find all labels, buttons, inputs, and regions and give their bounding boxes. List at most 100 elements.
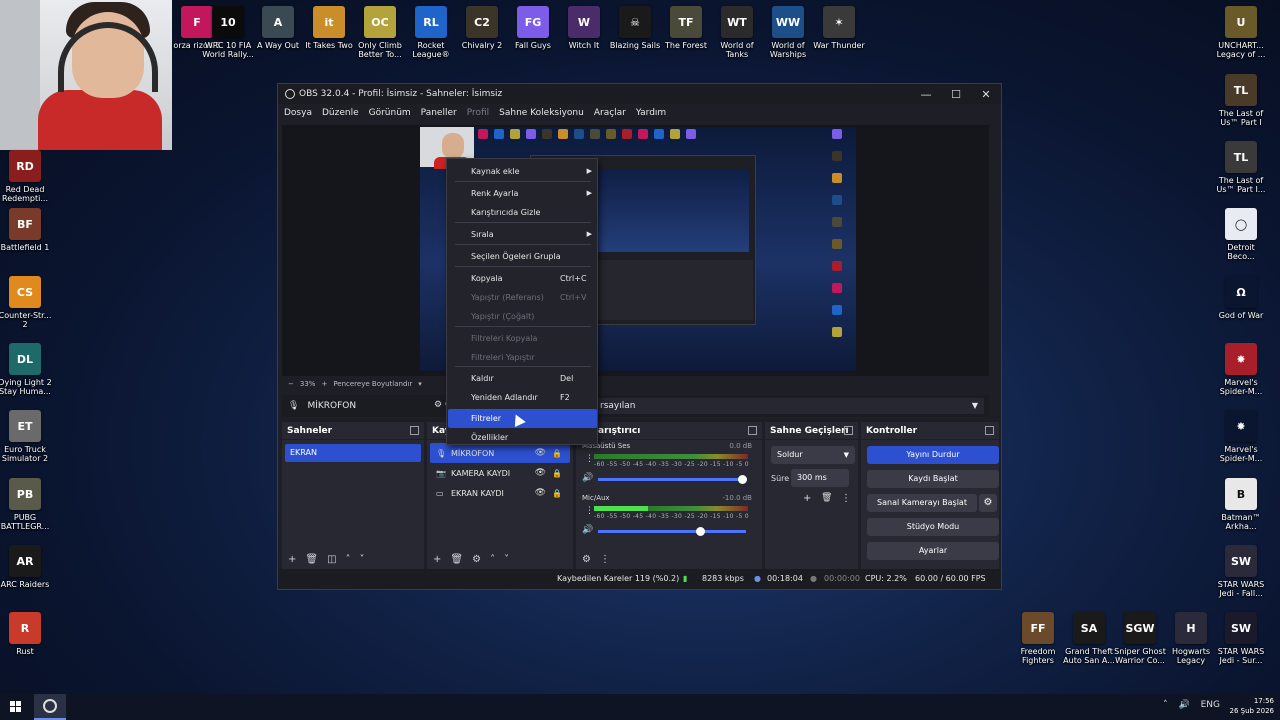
desktop-icon[interactable]: RD Red Dead Redempti... bbox=[0, 150, 52, 203]
context-menu-item[interactable]: Seçilen Ögeleri Grupla bbox=[448, 247, 597, 266]
context-menu-item[interactable]: Özellikler bbox=[448, 428, 597, 447]
mixer-settings-button[interactable]: ⚙ bbox=[582, 554, 591, 565]
tray-expand-icon[interactable]: ˄ bbox=[1163, 700, 1168, 710]
desktop-icon[interactable]: Ω God of War bbox=[1214, 276, 1268, 320]
desktop-icon[interactable]: WW World of Warships bbox=[761, 6, 815, 59]
desktop-icon[interactable]: it It Takes Two bbox=[302, 6, 356, 50]
transition-menu-button[interactable]: ⋮ bbox=[841, 493, 851, 504]
language-indicator[interactable]: ENG bbox=[1201, 700, 1220, 710]
device-select[interactable]: rsayılan ▼ bbox=[594, 398, 984, 414]
volume-icon[interactable]: 🔊 bbox=[1179, 700, 1190, 710]
menu-yardim[interactable]: Yardım bbox=[636, 108, 666, 118]
desktop-icon[interactable]: C2 Chivalry 2 bbox=[455, 6, 509, 50]
clock[interactable]: 17:56 26 Şub 2026 bbox=[1230, 696, 1275, 716]
desktop-icon[interactable]: BF Battlefield 1 bbox=[0, 208, 52, 252]
desktop-icon[interactable]: ✸ Marvel's Spider-M... bbox=[1214, 343, 1268, 396]
desktop-icon[interactable]: WT World of Tanks bbox=[710, 6, 764, 59]
add-scene-button[interactable]: + bbox=[288, 554, 296, 565]
desktop-icon[interactable]: ✸ Marvel's Spider-M... bbox=[1214, 410, 1268, 463]
desktop-icon[interactable]: DL Dying Light 2 Stay Huma... bbox=[0, 343, 52, 396]
lock-icon[interactable]: 🔒 bbox=[552, 469, 562, 478]
source-row-kamera[interactable]: 📷 KAMERA KAYDI 👁 🔒 bbox=[430, 463, 570, 483]
zoom-in-button[interactable]: + bbox=[321, 380, 327, 388]
move-down-button[interactable]: ˅ bbox=[504, 554, 509, 565]
remove-transition-button[interactable]: 🗑 bbox=[821, 493, 832, 503]
desktop-icon[interactable]: A A Way Out bbox=[251, 6, 305, 50]
lock-icon[interactable]: 🔒 bbox=[552, 449, 562, 458]
desktop-icon[interactable]: W Witch It bbox=[557, 6, 611, 50]
desktop-icon[interactable]: TL The Last of Us™ Part I bbox=[1214, 74, 1268, 127]
gear-icon[interactable]: ⚙ bbox=[979, 494, 997, 512]
desktop-icon[interactable]: ◯ Detroit Beco... bbox=[1214, 208, 1268, 261]
maximize-button[interactable]: ☐ bbox=[941, 84, 971, 104]
undock-icon[interactable] bbox=[985, 426, 994, 435]
desktop-icon[interactable]: CS Counter-Str... 2 bbox=[0, 276, 52, 329]
stop-streaming-button[interactable]: Yayını Durdur bbox=[867, 446, 999, 464]
source-properties-button[interactable]: ⚙ bbox=[472, 554, 481, 565]
slider-handle[interactable] bbox=[738, 475, 747, 484]
undock-icon[interactable] bbox=[844, 426, 853, 435]
move-down-button[interactable]: ˅ bbox=[360, 554, 365, 565]
desktop-icon[interactable]: FF Freedom Fighters bbox=[1011, 612, 1065, 665]
taskbar-obs-icon[interactable] bbox=[34, 694, 66, 720]
minimize-button[interactable]: — bbox=[911, 84, 941, 104]
context-menu-item[interactable]: Kopyala Ctrl+C bbox=[448, 269, 597, 288]
zoom-out-button[interactable]: − bbox=[288, 380, 294, 388]
desktop-icon[interactable]: SW STAR WARS Jedi - Fall... bbox=[1214, 545, 1268, 598]
volume-icon[interactable]: 🔊 bbox=[582, 473, 593, 483]
undock-icon[interactable] bbox=[410, 426, 419, 435]
desktop-icon[interactable]: ☠ Blazing Sails bbox=[608, 6, 662, 50]
obs-title-bar[interactable]: OBS 32.0.4 - Profil: İsimsiz - Sahneler:… bbox=[278, 84, 1001, 104]
menu-duzenle[interactable]: Düzenle bbox=[322, 108, 359, 118]
channel-menu-icon[interactable]: ⋮ bbox=[585, 506, 594, 516]
studio-mode-button[interactable]: Stüdyo Modu bbox=[867, 518, 999, 536]
desktop-icon[interactable]: SGW Sniper Ghost Warrior Co... bbox=[1113, 612, 1167, 665]
move-up-button[interactable]: ˄ bbox=[490, 554, 495, 565]
desktop-icon[interactable]: ✶ War Thunder bbox=[812, 6, 866, 50]
desktop-icon[interactable]: SW STAR WARS Jedi - Sur... bbox=[1214, 612, 1268, 665]
transition-select[interactable]: Soldur ▼ bbox=[771, 446, 855, 464]
desktop-icon[interactable]: H Hogwarts Legacy bbox=[1164, 612, 1218, 665]
mixer-menu-button[interactable]: ⋮ bbox=[600, 554, 610, 565]
visibility-icon[interactable]: 👁 bbox=[535, 448, 546, 458]
close-button[interactable]: ✕ bbox=[971, 84, 1001, 104]
desktop-icon[interactable]: AR ARC Raiders bbox=[0, 545, 52, 589]
visibility-icon[interactable]: 👁 bbox=[535, 468, 546, 478]
context-menu-item[interactable]: Renk Ayarla ▶ bbox=[448, 184, 597, 203]
desktop-icon[interactable]: OC Only Climb Better To... bbox=[353, 6, 407, 59]
remove-scene-button[interactable]: 🗑 bbox=[305, 554, 318, 565]
desktop-icon[interactable]: 10 WRC 10 FIA World Rally... bbox=[201, 6, 255, 59]
slider-handle[interactable] bbox=[696, 527, 705, 536]
context-menu-item[interactable]: Kaldır Del bbox=[448, 369, 597, 388]
context-menu-item[interactable]: Karıştırıcıda Gizle bbox=[448, 203, 597, 222]
menu-dosya[interactable]: Dosya bbox=[284, 108, 312, 118]
add-source-button[interactable]: + bbox=[433, 554, 441, 565]
settings-button[interactable]: Ayarlar bbox=[867, 542, 999, 560]
desktop-icon[interactable]: FG Fall Guys bbox=[506, 6, 560, 50]
undock-icon[interactable] bbox=[748, 426, 757, 435]
scene-item[interactable]: EKRAN bbox=[285, 444, 421, 462]
preview-area[interactable] bbox=[282, 125, 989, 376]
desktop-icon[interactable]: TL The Last of Us™ Part I... bbox=[1214, 141, 1268, 194]
volume-slider[interactable] bbox=[598, 527, 746, 536]
menu-gorunum[interactable]: Görünüm bbox=[369, 108, 411, 118]
desktop-icon[interactable]: B Batman™ Arkha... bbox=[1214, 478, 1268, 531]
desktop-icon[interactable]: SA Grand Theft Auto San A... bbox=[1062, 612, 1116, 665]
desktop-icon[interactable]: R Rust bbox=[0, 612, 52, 656]
desktop-icon[interactable]: RL Rocket League® bbox=[404, 6, 458, 59]
volume-icon[interactable]: 🔊 bbox=[582, 525, 593, 535]
duration-input[interactable]: 300 ms bbox=[791, 469, 849, 487]
desktop-icon[interactable]: U UNCHART... Legacy of ... bbox=[1214, 6, 1268, 59]
fit-to-window-label[interactable]: Pencereye Boyutlandır bbox=[333, 380, 412, 388]
menu-sahne-koleksiyonu[interactable]: Sahne Koleksiyonu bbox=[499, 108, 584, 118]
add-transition-button[interactable]: + bbox=[803, 493, 811, 504]
menu-araclar[interactable]: Araçlar bbox=[594, 108, 626, 118]
desktop-icon[interactable]: TF The Forest bbox=[659, 6, 713, 50]
lock-icon[interactable]: 🔒 bbox=[552, 489, 562, 498]
start-recording-button[interactable]: Kaydı Başlat bbox=[867, 470, 999, 488]
move-up-button[interactable]: ˄ bbox=[346, 554, 351, 565]
desktop-icon[interactable]: PB PUBG BATTLEGR... bbox=[0, 478, 52, 531]
channel-menu-icon[interactable]: ⋮ bbox=[585, 454, 594, 464]
remove-source-button[interactable]: 🗑 bbox=[450, 554, 463, 565]
context-menu-item[interactable]: Kaynak ekle ▶ bbox=[448, 162, 597, 181]
